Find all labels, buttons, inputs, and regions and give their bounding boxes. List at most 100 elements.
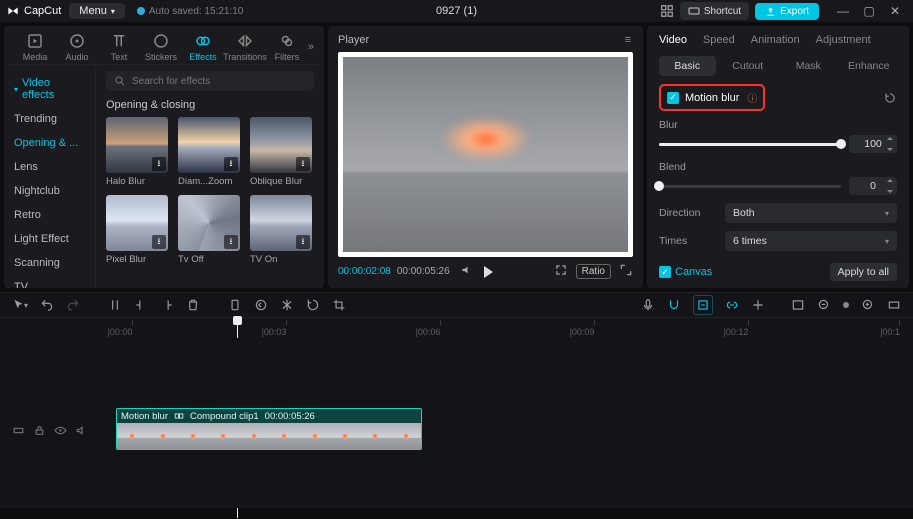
category-trending[interactable]: Trending	[4, 107, 95, 131]
window-maximize-icon[interactable]: ▢	[857, 4, 881, 18]
info-icon[interactable]: ⓘ	[747, 90, 757, 105]
download-icon[interactable]: ⭳	[224, 235, 238, 249]
layout-grid-icon[interactable]	[660, 4, 674, 18]
category-retro[interactable]: Retro	[4, 203, 95, 227]
tab-stickers[interactable]: Stickers	[140, 32, 182, 62]
effects-search-input[interactable]: Search for effects	[106, 71, 314, 91]
ruler-mark: |00:09	[570, 327, 595, 337]
subtab-cutout[interactable]: Cutout	[720, 56, 777, 76]
track-collapse-icon[interactable]	[12, 424, 25, 440]
category-light-effect[interactable]: Light Effect	[4, 227, 95, 251]
category-tv[interactable]: TV	[4, 275, 95, 288]
motion-blur-checkbox[interactable]: ✓	[667, 92, 679, 104]
effect-thumb[interactable]: ⭳Tv Off	[178, 195, 240, 265]
direction-select[interactable]: Both▾	[725, 203, 897, 223]
category-scanning[interactable]: Scanning	[4, 251, 95, 275]
track-visibility-icon[interactable]	[54, 424, 67, 440]
tab-effects[interactable]: Effects	[182, 32, 224, 62]
reverse-button[interactable]	[254, 298, 268, 312]
download-icon[interactable]: ⭳	[152, 157, 166, 171]
tab-video[interactable]: Video	[659, 34, 687, 46]
export-button[interactable]: Export	[755, 3, 819, 20]
ruler-mark: |00:06	[416, 327, 441, 337]
effect-thumb[interactable]: ⭳Diam...Zoom	[178, 117, 240, 187]
effect-thumb[interactable]: ⭳Oblique Blur	[250, 117, 312, 187]
player-viewport[interactable]	[338, 52, 633, 257]
rotate-button[interactable]	[306, 298, 320, 312]
more-tabs-button[interactable]: »	[308, 41, 314, 53]
properties-panel: Video Speed Animation Adjustment Basic C…	[647, 26, 909, 288]
download-icon[interactable]: ⭳	[224, 157, 238, 171]
times-select[interactable]: 6 times▾	[725, 231, 897, 251]
effect-thumb[interactable]: ⭳Pixel Blur	[106, 195, 168, 265]
timeline-clip[interactable]: Motion blur Compound clip1 00:00:05:26	[116, 408, 422, 450]
main-track-magnet-button[interactable]	[667, 298, 681, 312]
track-mute-icon[interactable]	[75, 424, 88, 440]
linkage-button[interactable]	[725, 298, 739, 312]
blend-slider[interactable]	[659, 185, 841, 188]
effect-thumb[interactable]: ⭳TV On	[250, 195, 312, 265]
blur-value-input[interactable]: 100	[849, 135, 897, 153]
auto-snap-button[interactable]	[693, 295, 713, 315]
subtab-basic[interactable]: Basic	[659, 56, 716, 76]
effect-thumb[interactable]: ⭳Halo Blur	[106, 117, 168, 187]
window-close-icon[interactable]: ✕	[883, 4, 907, 18]
play-button[interactable]	[484, 266, 493, 278]
menu-button[interactable]: Menu ▾	[69, 3, 125, 19]
download-icon[interactable]: ⭳	[296, 157, 310, 171]
blur-slider[interactable]	[659, 143, 841, 146]
download-icon[interactable]: ⭳	[296, 235, 310, 249]
category-nightclub[interactable]: Nightclub	[4, 179, 95, 203]
category-lens[interactable]: Lens	[4, 155, 95, 179]
tab-speed[interactable]: Speed	[703, 34, 735, 46]
zoom-fit-button[interactable]	[887, 298, 901, 312]
split-left-button[interactable]	[134, 298, 148, 312]
export-icon	[765, 6, 776, 17]
tab-adjustment[interactable]: Adjustment	[816, 34, 871, 46]
redo-button[interactable]	[66, 298, 80, 312]
timeline-body[interactable]: Motion blur Compound clip1 00:00:05:26	[0, 338, 913, 508]
category-opening[interactable]: Opening & ...	[4, 131, 95, 155]
player-menu-icon[interactable]: ≡	[625, 34, 633, 46]
fullscreen-icon[interactable]	[619, 263, 633, 280]
split-button[interactable]	[108, 298, 122, 312]
reset-icon[interactable]	[883, 91, 897, 105]
tab-transitions[interactable]: Transitions	[224, 32, 266, 62]
category-header[interactable]: Video effects	[4, 71, 95, 107]
freeze-button[interactable]	[228, 298, 242, 312]
zoom-slider-icon[interactable]	[843, 302, 849, 308]
subtab-enhance[interactable]: Enhance	[841, 56, 898, 76]
timeline-ruler[interactable]: |00:00 |00:03 |00:06 |00:09 |00:12 |00:1	[0, 318, 913, 338]
crop-view-icon[interactable]	[554, 263, 568, 280]
tab-text[interactable]: Text	[98, 32, 140, 62]
cover-button[interactable]	[791, 298, 805, 312]
crop-button[interactable]	[332, 298, 346, 312]
property-tabs: Video Speed Animation Adjustment	[659, 34, 897, 46]
ratio-button[interactable]: Ratio	[576, 264, 611, 279]
delete-button[interactable]	[186, 298, 200, 312]
mirror-button[interactable]	[280, 298, 294, 312]
apply-to-all-button[interactable]: Apply to all	[830, 263, 897, 281]
effects-icon	[194, 32, 212, 50]
pointer-tool[interactable]: ▾	[12, 298, 28, 312]
tab-animation[interactable]: Animation	[751, 34, 800, 46]
split-right-button[interactable]	[160, 298, 174, 312]
preview-axis-button[interactable]	[751, 298, 765, 312]
track-lock-icon[interactable]	[33, 424, 46, 440]
canvas-checkbox[interactable]: ✓	[659, 266, 671, 278]
tab-media[interactable]: Media	[14, 32, 56, 62]
track-controls	[12, 424, 88, 440]
undo-button[interactable]	[40, 298, 54, 312]
window-minimize-icon[interactable]: —	[831, 4, 855, 18]
tab-audio[interactable]: Audio	[56, 32, 98, 62]
text-icon	[110, 32, 128, 50]
zoom-in-button[interactable]	[861, 298, 875, 312]
tab-filters[interactable]: Filters	[266, 32, 308, 62]
volume-icon[interactable]	[460, 263, 474, 280]
zoom-out-button[interactable]	[817, 298, 831, 312]
subtab-mask[interactable]: Mask	[780, 56, 837, 76]
mic-button[interactable]	[641, 298, 655, 312]
shortcut-button[interactable]: Shortcut	[680, 2, 749, 20]
download-icon[interactable]: ⭳	[152, 235, 166, 249]
blend-value-input[interactable]: 0	[849, 177, 897, 195]
